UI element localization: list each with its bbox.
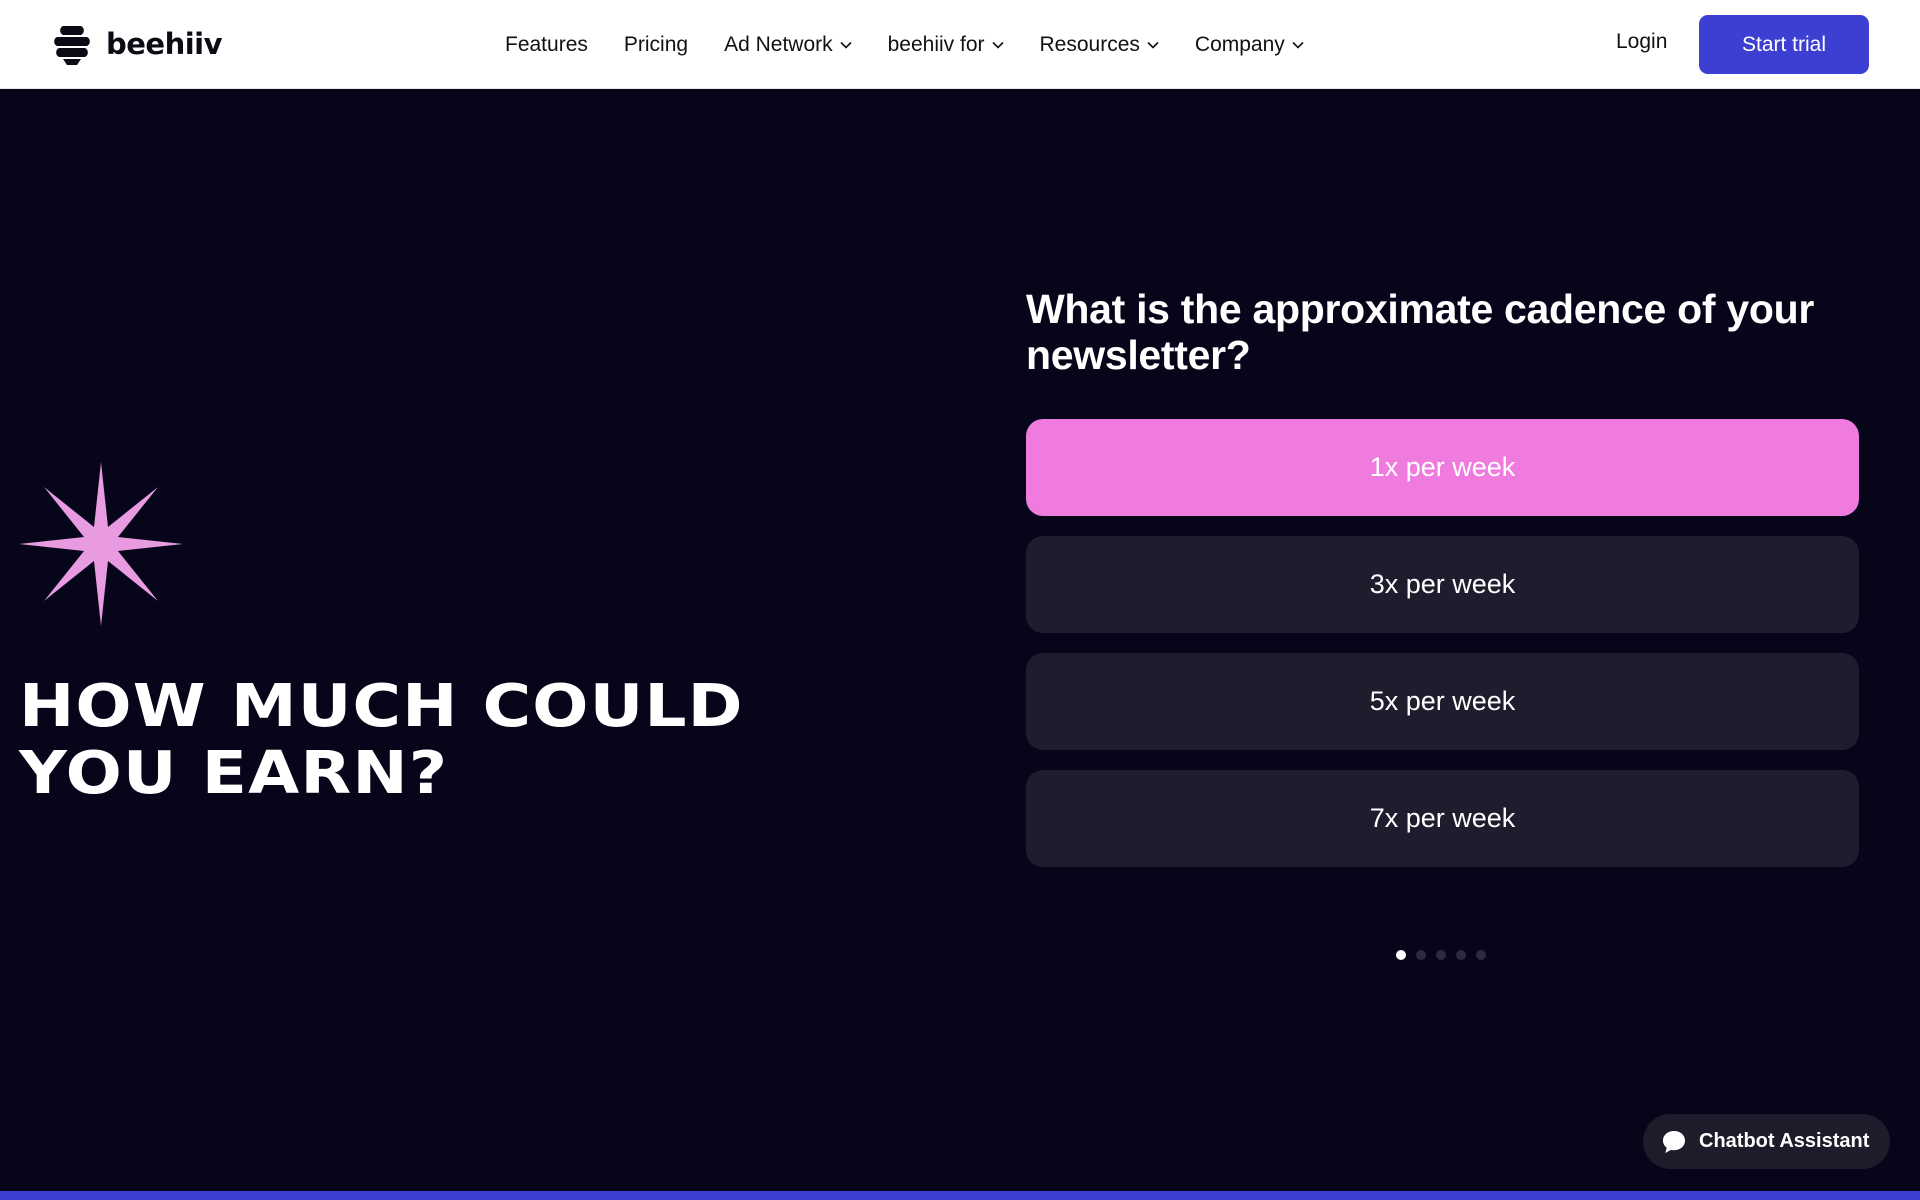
- hero-title-line-1: HOW MUCH COULD: [19, 671, 744, 740]
- nav-item-resources[interactable]: Resources: [1040, 33, 1159, 57]
- step-dot-3[interactable]: [1436, 950, 1446, 960]
- chevron-down-icon: [1292, 41, 1304, 49]
- option-1x-per-week[interactable]: 1x per week: [1026, 419, 1859, 516]
- nav-item-ad-network[interactable]: Ad Network: [724, 33, 852, 57]
- top-navbar: beehiiv Features Pricing Ad Network beeh…: [0, 0, 1920, 89]
- nav-item-label: Features: [505, 32, 588, 56]
- nav-item-label: Ad Network: [724, 32, 833, 56]
- step-dot-1[interactable]: [1396, 950, 1406, 960]
- nav-item-features[interactable]: Features: [505, 33, 588, 57]
- option-5x-per-week[interactable]: 5x per week: [1026, 653, 1859, 750]
- option-label: 3x per week: [1369, 569, 1516, 599]
- nav-item-pricing[interactable]: Pricing: [624, 33, 688, 57]
- option-7x-per-week[interactable]: 7x per week: [1026, 770, 1859, 867]
- hero-title: HOW MUCH COULD YOU EARN?: [19, 672, 825, 806]
- chevron-down-icon: [991, 41, 1004, 49]
- hero-title-line-2: YOU EARN?: [19, 738, 449, 807]
- option-3x-per-week[interactable]: 3x per week: [1026, 536, 1859, 633]
- chevron-down-icon: [840, 41, 852, 49]
- nav-item-beehiiv-for[interactable]: beehiiv for: [888, 33, 1004, 57]
- step-dot-2[interactable]: [1416, 950, 1426, 960]
- brand-logo[interactable]: beehiiv: [50, 22, 223, 66]
- nav-item-label: Resources: [1039, 32, 1140, 56]
- main-nav: Features Pricing Ad Network beehiiv for …: [505, 0, 1340, 89]
- option-label: 1x per week: [1369, 452, 1516, 482]
- option-label: 7x per week: [1369, 803, 1516, 833]
- login-link[interactable]: Login: [1616, 30, 1667, 54]
- chatbot-assistant-button[interactable]: Chatbot Assistant: [1643, 1114, 1890, 1169]
- chat-bubble-icon: [1663, 1130, 1685, 1153]
- option-label: 5x per week: [1369, 686, 1516, 716]
- quiz-question: What is the approximate cadence of your …: [1026, 286, 1814, 378]
- beehive-logo-icon: [54, 26, 90, 65]
- chevron-down-icon: [1147, 41, 1159, 49]
- brand-name: beehiiv: [106, 27, 223, 61]
- start-trial-button[interactable]: Start trial: [1699, 15, 1869, 74]
- cadence-options: 1x per week 3x per week 5x per week 7x p…: [1026, 419, 1859, 887]
- nav-item-label: Company: [1194, 32, 1285, 56]
- bottom-accent-strip: [0, 1191, 1920, 1200]
- chatbot-label: Chatbot Assistant: [1699, 1130, 1870, 1152]
- step-pagination: [1396, 950, 1486, 960]
- step-dot-4[interactable]: [1456, 950, 1466, 960]
- nav-item-label: Pricing: [623, 32, 689, 56]
- sparkle-star-icon: [19, 462, 183, 626]
- step-dot-5[interactable]: [1476, 950, 1486, 960]
- nav-item-company[interactable]: Company: [1195, 33, 1304, 57]
- nav-item-label: beehiiv for: [887, 32, 985, 56]
